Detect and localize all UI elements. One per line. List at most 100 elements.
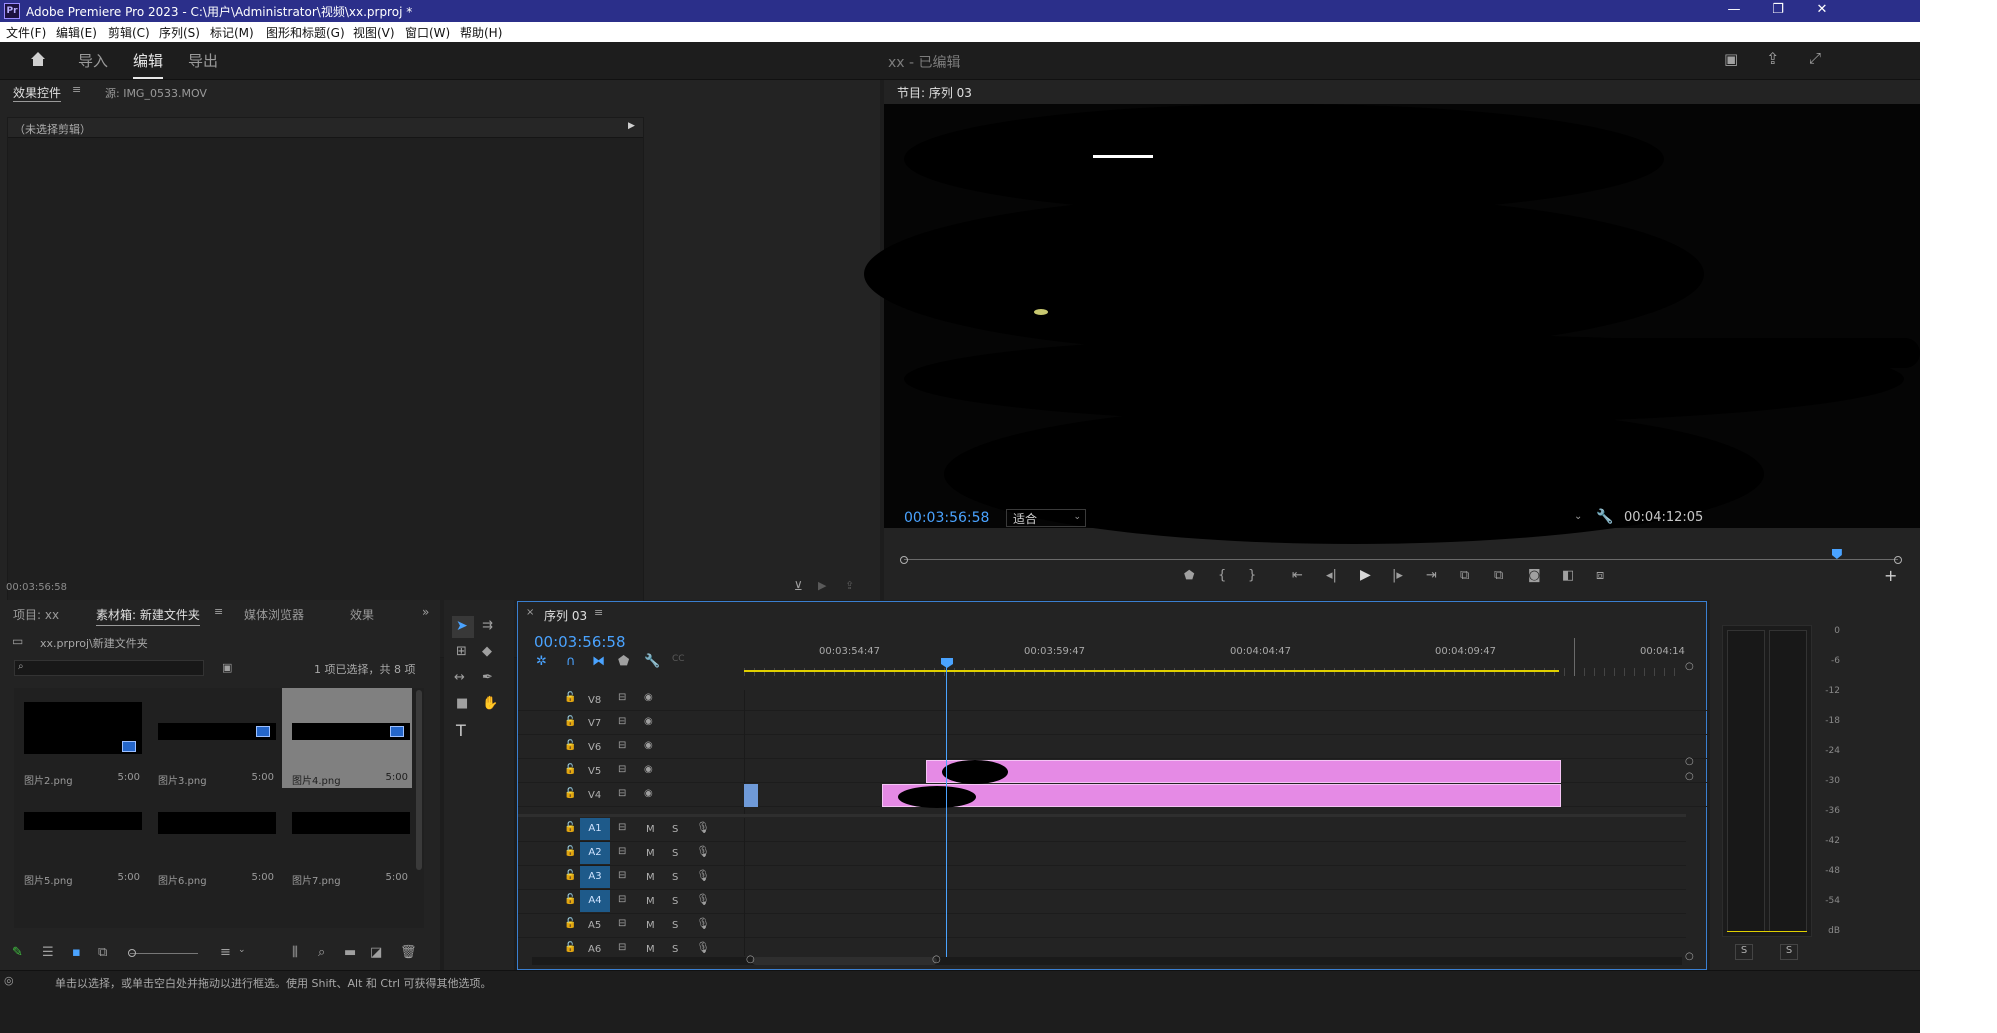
go-to-in-icon[interactable]: ⇤	[1292, 569, 1303, 582]
scroll-handle-icon[interactable]: ○	[1685, 772, 1694, 782]
step-forward-icon[interactable]: |▸	[1392, 569, 1403, 582]
clip-thumbnail[interactable]: 图片6.png 5:00	[148, 794, 278, 894]
solo-button[interactable]: S	[672, 824, 678, 835]
scroll-handle-icon[interactable]: ○	[932, 955, 941, 965]
sync-lock-icon[interactable]: ⊟	[618, 847, 626, 857]
clip-thumbnail[interactable]: 图片5.png 5:00	[14, 794, 144, 894]
eye-icon[interactable]: ◉	[644, 789, 653, 799]
timeline-horizontal-scrollbar[interactable]: ○ ○	[532, 955, 1682, 965]
add-marker-icon[interactable]: ⬟	[618, 655, 629, 668]
pen-tool-icon[interactable]: ✒	[482, 671, 493, 684]
eye-icon[interactable]: ◉	[644, 765, 653, 775]
lock-icon[interactable]: 🔓	[564, 741, 576, 751]
trash-icon[interactable]: 🗑	[400, 946, 417, 959]
microphone-icon[interactable]: 🎙	[696, 918, 710, 929]
scroll-handle-icon[interactable]: ○	[746, 955, 755, 965]
microphone-icon[interactable]: 🎙	[696, 894, 710, 905]
sync-lock-icon[interactable]: ⊟	[618, 693, 626, 703]
more-panels-icon[interactable]: »	[422, 606, 429, 618]
program-video-frame[interactable]	[864, 104, 1920, 544]
lock-icon[interactable]: 🔓	[564, 717, 576, 727]
thumbnail-scrollbar[interactable]	[416, 690, 422, 870]
microphone-icon[interactable]: 🎙	[696, 870, 710, 881]
selection-tool-icon[interactable]: ➤	[456, 619, 468, 633]
go-to-out-icon[interactable]: ⇥	[1426, 569, 1437, 582]
track-target-a1[interactable]: A1	[580, 818, 610, 840]
zoom-slider[interactable]	[130, 953, 198, 954]
home-icon[interactable]	[29, 50, 47, 68]
chevron-down-icon[interactable]: ⌄	[1574, 512, 1582, 522]
close-tab-icon[interactable]: ×	[526, 608, 534, 618]
expand-arrow-icon[interactable]: ▶	[628, 122, 635, 131]
eye-icon[interactable]: ◉	[644, 717, 653, 727]
step-back-icon[interactable]: ◂|	[1326, 569, 1337, 582]
scrub-end-handle[interactable]	[1894, 556, 1902, 564]
linked-selection-icon[interactable]: ⧓	[592, 655, 605, 668]
play-icon[interactable]: ▶	[1360, 568, 1371, 582]
scrub-start-handle[interactable]	[900, 556, 908, 564]
lock-icon[interactable]: 🔓	[564, 693, 576, 703]
track-select-tool-icon[interactable]: ⇉	[482, 619, 493, 632]
menu-file[interactable]: 文件(F)	[6, 24, 46, 41]
menu-help[interactable]: 帮助(H)	[460, 24, 502, 41]
fit-dropdown[interactable]: 适合 ⌄	[1006, 509, 1086, 527]
scroll-handle-icon[interactable]: ○	[1685, 662, 1694, 672]
mute-button[interactable]: M	[646, 944, 655, 955]
add-marker-icon[interactable]: ⬟	[1184, 569, 1194, 581]
snap-magnet-icon[interactable]: ∩	[566, 655, 576, 668]
close-button[interactable]: ✕	[1800, 0, 1844, 22]
sort-icon[interactable]: ≡	[220, 946, 231, 959]
menu-edit[interactable]: 编辑(E)	[56, 24, 97, 41]
clip-thumbnail-selected[interactable]: 图片4.png 5:00	[282, 688, 412, 788]
microphone-icon[interactable]: 🎙	[696, 846, 710, 857]
track-target-a2[interactable]: A2	[580, 842, 610, 864]
list-view-icon[interactable]: ☰	[42, 946, 54, 959]
tab-media-browser[interactable]: 媒体浏览器	[244, 606, 304, 623]
mute-button[interactable]: M	[646, 896, 655, 907]
automate-to-sequence-icon[interactable]: ⫼	[292, 946, 298, 959]
mute-button[interactable]: M	[646, 872, 655, 883]
menu-window[interactable]: 窗口(W)	[405, 24, 450, 41]
panel-menu-icon[interactable]: ≡	[72, 84, 81, 95]
add-button-icon[interactable]: +	[1884, 568, 1897, 584]
lock-icon[interactable]: 🔓	[564, 823, 576, 833]
chevron-down-icon[interactable]: ⌄	[238, 946, 246, 955]
tab-program[interactable]: 节目: 序列 03	[897, 84, 972, 101]
microphone-icon[interactable]: 🎙	[696, 822, 710, 833]
work-area-bar[interactable]	[744, 670, 1559, 672]
solo-button[interactable]: S	[672, 920, 678, 931]
tab-bin[interactable]: 素材箱: 新建文件夹	[96, 606, 200, 626]
tab-import[interactable]: 导入	[78, 50, 108, 71]
solo-button[interactable]: S	[672, 848, 678, 859]
type-tool-icon[interactable]: T	[456, 723, 466, 739]
lock-icon[interactable]: 🔓	[564, 943, 576, 953]
lift-icon[interactable]: ⧉	[1460, 569, 1469, 582]
lock-icon[interactable]: 🔓	[564, 871, 576, 881]
sync-lock-icon[interactable]: ⊟	[618, 823, 626, 833]
nest-icon[interactable]: ✲	[536, 655, 547, 668]
video-clip-v5[interactable]	[926, 760, 1561, 783]
tab-edit[interactable]: 编辑	[133, 50, 164, 79]
track-target-a3[interactable]: A3	[580, 866, 610, 888]
new-search-bin-icon[interactable]: ▣	[222, 662, 232, 673]
panel-menu-icon[interactable]: ≡	[594, 607, 603, 618]
track-target-a4[interactable]: A4	[580, 890, 610, 912]
sync-lock-icon[interactable]: ⊟	[618, 717, 626, 727]
program-playhead[interactable]	[1831, 549, 1842, 559]
sync-lock-icon[interactable]: ⊟	[618, 943, 626, 953]
solo-button[interactable]: S	[672, 896, 678, 907]
export-frame-camera-icon[interactable]: ◙	[1528, 569, 1541, 582]
menu-clip[interactable]: 剪辑(C)	[108, 24, 150, 41]
new-bin-icon[interactable]: ▬	[344, 946, 356, 959]
minimize-button[interactable]: —	[1712, 0, 1756, 22]
tab-export[interactable]: 导出	[188, 50, 218, 71]
extract-icon[interactable]: ⧉	[1494, 569, 1503, 582]
timeline-current-time[interactable]: 00:03:56:58	[534, 633, 626, 651]
vr-view-icon[interactable]: ⧈	[1596, 569, 1604, 582]
slip-tool-icon[interactable]: ↔	[454, 671, 465, 684]
sync-lock-icon[interactable]: ⊟	[618, 789, 626, 799]
zoom-slider-handle[interactable]	[128, 949, 136, 957]
icon-view-icon[interactable]: ▪	[72, 946, 81, 959]
menu-graphics[interactable]: 图形和标题(G)	[266, 24, 345, 41]
mute-button[interactable]: M	[646, 920, 655, 931]
